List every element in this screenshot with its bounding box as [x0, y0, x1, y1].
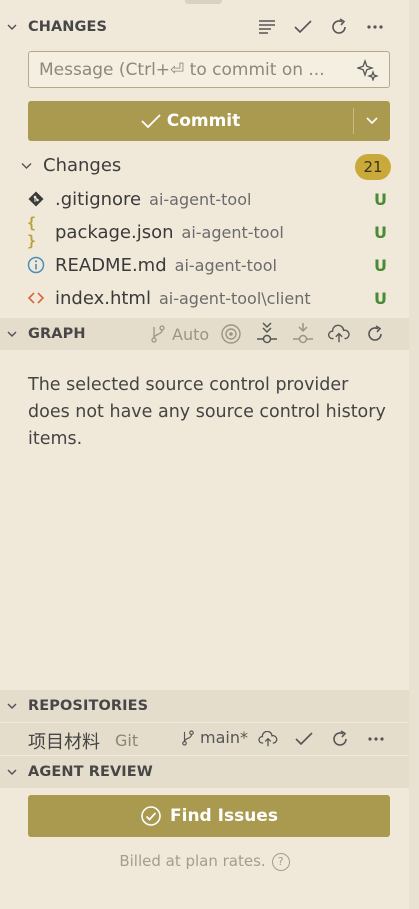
file-name: .gitignore	[55, 189, 142, 210]
file-row[interactable]: index.html ai-agent-tool\client U	[0, 282, 409, 315]
file-path: ai-agent-tool\client	[158, 289, 311, 308]
scroll-indicator[interactable]	[185, 0, 222, 4]
sparkle-icon[interactable]	[357, 59, 379, 81]
pull-icon[interactable]	[292, 323, 314, 345]
branch-icon	[182, 729, 194, 746]
billing-note-text: Billed at plan rates.	[119, 852, 266, 870]
branch-name: main*	[200, 728, 248, 747]
chevron-down-icon	[7, 24, 17, 31]
commit-label: Commit	[166, 111, 241, 131]
git-file-icon	[27, 190, 45, 208]
repository-type: Git	[115, 731, 139, 750]
file-name: package.json	[55, 222, 174, 243]
chevron-down-icon	[7, 769, 17, 776]
branch-picker[interactable]: main*	[181, 728, 248, 747]
file-row[interactable]: .gitignore ai-agent-tool U	[0, 183, 409, 216]
file-row[interactable]: { } package.json ai-agent-tool U	[0, 214, 409, 250]
changes-count-badge: 21	[355, 154, 391, 180]
file-path: ai-agent-tool	[174, 256, 277, 275]
billing-note: Billed at plan rates.?	[0, 852, 409, 871]
cloud-upload-icon[interactable]	[328, 323, 350, 345]
more-icon[interactable]	[365, 728, 387, 750]
file-status-untracked: U	[374, 223, 387, 242]
check-icon	[141, 114, 161, 129]
section-title: GRAPH	[28, 326, 86, 342]
commit-message-input[interactable]	[39, 59, 349, 80]
html-code-icon	[27, 289, 45, 307]
branch-icon	[151, 325, 165, 343]
commit-button-group: Commit	[28, 101, 390, 141]
cloud-upload-icon[interactable]	[257, 728, 279, 750]
file-path: ai-agent-tool	[181, 223, 284, 242]
changes-group-label: Changes	[43, 155, 122, 176]
file-status-untracked: U	[374, 190, 387, 209]
graph-section-header[interactable]: GRAPH Auto	[0, 318, 409, 350]
repository-row[interactable]: 项目材料 Git main*	[0, 723, 409, 755]
info-icon	[27, 256, 45, 274]
refresh-icon[interactable]	[329, 728, 351, 750]
chevron-down-icon	[21, 163, 32, 169]
changes-section-header[interactable]: CHANGES	[0, 11, 409, 43]
commit-message-box[interactable]	[28, 51, 390, 88]
target-icon[interactable]	[220, 323, 242, 345]
file-name: README.md	[55, 255, 167, 276]
review-icon	[141, 806, 161, 826]
help-icon[interactable]: ?	[271, 853, 290, 871]
repository-name: 项目材料	[28, 732, 100, 753]
json-braces-icon: { }	[27, 214, 37, 250]
commit-dropdown-button[interactable]	[354, 101, 390, 141]
refresh-icon[interactable]	[364, 323, 386, 345]
file-status-untracked: U	[374, 289, 387, 308]
fetch-icon[interactable]	[256, 322, 278, 345]
chevron-down-icon	[7, 331, 17, 338]
commit-button[interactable]: Commit	[28, 101, 353, 141]
chevron-down-icon	[7, 703, 17, 710]
view-as-list-icon[interactable]	[256, 16, 278, 38]
chevron-down-icon	[366, 117, 378, 125]
more-icon[interactable]	[364, 16, 386, 38]
section-title: AGENT REVIEW	[28, 764, 153, 780]
auto-label: Auto	[172, 324, 210, 344]
graph-empty-message: The selected source control provider doe…	[28, 375, 386, 449]
panel-edge	[409, 0, 419, 909]
check-icon[interactable]	[293, 728, 315, 750]
file-path: ai-agent-tool	[149, 190, 252, 209]
section-title: REPOSITORIES	[28, 698, 149, 714]
refresh-icon[interactable]	[328, 16, 350, 38]
find-issues-label: Find Issues	[170, 806, 278, 826]
check-icon[interactable]	[292, 16, 314, 38]
branch-auto-filter[interactable]: Auto	[150, 323, 209, 345]
repositories-section-header[interactable]: REPOSITORIES	[0, 690, 409, 722]
find-issues-button[interactable]: Find Issues	[28, 795, 390, 837]
changes-group-row[interactable]: Changes 21	[0, 152, 409, 180]
file-status-untracked: U	[374, 256, 387, 275]
agent-review-section-header[interactable]: AGENT REVIEW	[0, 756, 409, 788]
section-title: CHANGES	[28, 19, 108, 35]
file-name: index.html	[55, 288, 151, 309]
file-row[interactable]: README.md ai-agent-tool U	[0, 249, 409, 282]
